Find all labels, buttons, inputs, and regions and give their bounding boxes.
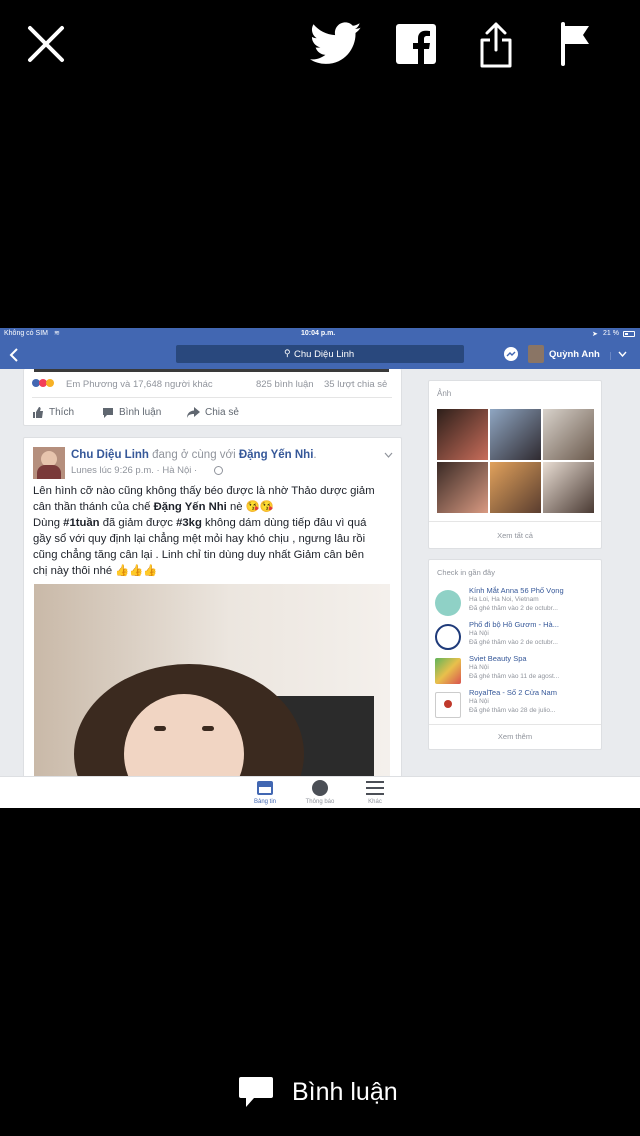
tab-more[interactable]: Khác bbox=[350, 777, 400, 808]
tab-notifications[interactable]: Thông báo bbox=[295, 777, 345, 808]
back-icon[interactable] bbox=[9, 348, 19, 362]
flag-icon bbox=[561, 22, 589, 66]
facebook-navbar: ⚲ Chu Diệu Linh Quỳnh Anh bbox=[0, 340, 640, 369]
post-card: Chu Diệu Linh đang ở cùng với Đặng Yến N… bbox=[23, 437, 402, 784]
messenger-icon[interactable] bbox=[504, 347, 518, 361]
author-avatar[interactable] bbox=[33, 447, 65, 479]
post-line-1: Lên hình cỡ nào cũng không thấy béo được… bbox=[33, 485, 375, 497]
share-arrow-icon bbox=[187, 407, 200, 418]
battery-icon bbox=[623, 331, 635, 337]
battery-label: 21 % bbox=[603, 330, 619, 337]
post-line-2: cân thần thánh của chế Đặng Yến Nhi nè 😘… bbox=[33, 501, 274, 513]
facebook-share-button[interactable] bbox=[392, 20, 440, 68]
checkin-item[interactable]: Phố đi bộ Hồ Gươm - Hà... Hà Nội Đã ghé … bbox=[435, 620, 605, 654]
tagged-name[interactable]: Đặng Yến Nhi bbox=[239, 449, 314, 461]
search-icon: ⚲ bbox=[284, 348, 291, 358]
photo-thumb[interactable] bbox=[437, 409, 488, 460]
reaction-icons bbox=[32, 379, 54, 387]
chevron-down-icon[interactable] bbox=[618, 351, 627, 357]
user-name[interactable]: Quỳnh Anh bbox=[549, 349, 600, 360]
thumbs-up-icon bbox=[33, 407, 43, 418]
like-label: Thích bbox=[49, 407, 75, 418]
speech-bubble-icon bbox=[239, 1077, 273, 1107]
menu-icon bbox=[366, 781, 384, 795]
checkin-item[interactable]: Sviet Beauty Spa Hà Nội Đã ghé thăm vào … bbox=[435, 654, 605, 688]
facebook-icon bbox=[396, 24, 436, 64]
news-feed-icon bbox=[257, 781, 273, 795]
share-button[interactable] bbox=[474, 20, 518, 68]
post-line-3: Dùng #1tuần đã giảm được #3kg không dám … bbox=[33, 517, 367, 529]
search-bar[interactable]: ⚲ Chu Diệu Linh bbox=[176, 345, 464, 363]
photos-title: Ảnh bbox=[437, 389, 452, 398]
checkin-item[interactable]: Kính Mắt Anna 56 Phố Vọng Ha Loi, Ha Noi… bbox=[435, 586, 605, 620]
comment-button[interactable]: Bình luận bbox=[102, 407, 161, 418]
checkins-card: Check in gần đây Kính Mắt Anna 56 Phố Vọ… bbox=[428, 559, 602, 750]
tab-news-feed[interactable]: Bảng tin bbox=[240, 777, 290, 808]
search-text: Chu Diệu Linh bbox=[294, 349, 355, 360]
place-icon bbox=[435, 624, 461, 650]
previous-post-image-edge bbox=[34, 369, 389, 372]
photo-thumb[interactable] bbox=[543, 462, 594, 513]
share-count[interactable]: 35 lượt chia sẻ bbox=[324, 379, 387, 390]
share-icon bbox=[480, 22, 512, 68]
place-icon bbox=[435, 590, 461, 616]
photo-thumb[interactable] bbox=[490, 409, 541, 460]
author-name[interactable]: Chu Diệu Linh bbox=[71, 449, 149, 461]
twitter-share-button[interactable] bbox=[308, 20, 364, 68]
like-button[interactable]: Thích bbox=[32, 407, 74, 418]
place-icon bbox=[435, 658, 461, 684]
previous-post-card: Em Phương và 17,648 người khác 825 bình … bbox=[23, 369, 402, 426]
post-photo[interactable] bbox=[34, 584, 390, 783]
post-line-4: gầy sổ với quy định lại chẳng mệt mỏi ha… bbox=[33, 533, 366, 545]
photo-thumb[interactable] bbox=[490, 462, 541, 513]
user-avatar[interactable] bbox=[528, 345, 544, 363]
wifi-icon: ≋ bbox=[54, 330, 60, 337]
checkins-see-more-link[interactable]: Xem thêm bbox=[429, 732, 601, 741]
checkins-title: Check in gần đây bbox=[437, 568, 495, 577]
place-icon bbox=[435, 692, 461, 718]
comment-count[interactable]: 825 bình luận bbox=[256, 379, 314, 390]
comment-footer-button[interactable]: Bình luận bbox=[238, 1070, 398, 1114]
haha-reaction-icon bbox=[46, 379, 54, 387]
comment-icon bbox=[103, 408, 113, 418]
reaction-summary[interactable]: Em Phương và 17,648 người khác bbox=[66, 379, 213, 390]
post-options-icon[interactable] bbox=[384, 452, 393, 458]
photos-card: Ảnh Xem tất cả bbox=[428, 380, 602, 549]
photo-thumb[interactable] bbox=[437, 462, 488, 513]
location-icon: ➤ bbox=[592, 331, 598, 338]
post-line-6: chị này thôi nhé 👍👍👍 bbox=[33, 565, 158, 577]
photo-thumb[interactable] bbox=[543, 409, 594, 460]
post-line-5: cũng chẳng tăng cân lại . Linh chỉ tin d… bbox=[33, 549, 364, 561]
carrier-label: Không có SIM bbox=[4, 330, 48, 337]
close-button[interactable] bbox=[22, 20, 70, 68]
report-button[interactable] bbox=[554, 20, 598, 68]
post-text: Lên hình cỡ nào cũng không thấy béo được… bbox=[33, 483, 398, 579]
globe-icon bbox=[214, 466, 223, 475]
checkin-item[interactable]: RoyalTea - Số 2 Cửa Nam Hà Nội Đã ghé th… bbox=[435, 688, 605, 722]
post-header: Chu Diệu Linh đang ở cùng với Đặng Yến N… bbox=[71, 449, 317, 461]
comment-footer-label: Bình luận bbox=[292, 1077, 398, 1106]
close-icon bbox=[28, 26, 64, 62]
photos-see-all-link[interactable]: Xem tất cả bbox=[429, 531, 601, 540]
with-text: đang ở cùng với bbox=[152, 449, 236, 461]
globe-icon bbox=[312, 780, 328, 796]
share-label: Chia sẻ bbox=[205, 407, 239, 418]
time-label: 10:04 p.m. bbox=[301, 330, 336, 337]
status-bar: Không có SIM ≋ 10:04 p.m. ➤ 21 % bbox=[0, 328, 640, 340]
comment-label: Bình luận bbox=[119, 407, 162, 418]
facebook-tab-bar: Bảng tin Thông báo Khác bbox=[0, 776, 640, 808]
share-post-button[interactable]: Chia sẻ bbox=[187, 407, 239, 418]
twitter-icon bbox=[310, 22, 362, 64]
shared-screenshot: Không có SIM ≋ 10:04 p.m. ➤ 21 % ⚲ Chu D… bbox=[0, 328, 640, 808]
post-time[interactable]: Lunes lúc 9:26 p.m. · Hà Nội · bbox=[71, 465, 197, 476]
